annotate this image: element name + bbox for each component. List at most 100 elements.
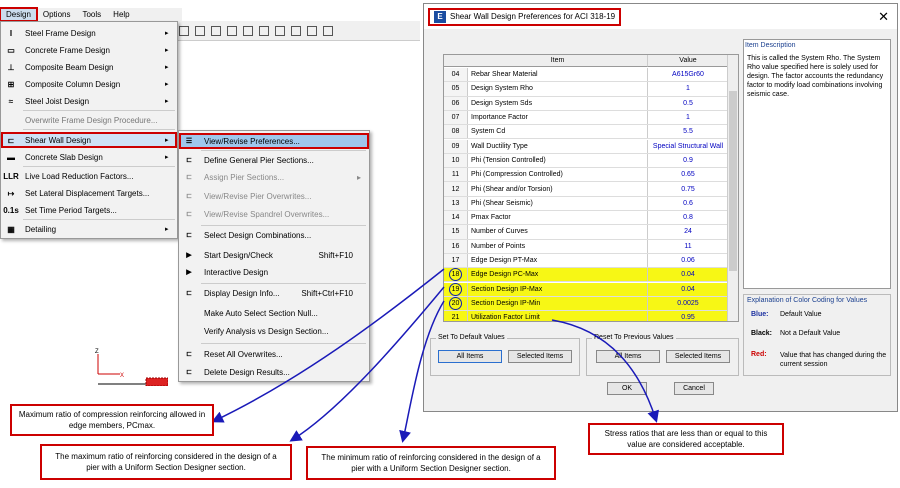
value-cell[interactable]: Special Structural Wall [648,140,728,153]
submenu-item[interactable]: ⊏ Reset All Overwrites... [179,346,369,362]
table-row[interactable]: 16 Number of Points 11 [444,239,728,254]
default-selected-items-button[interactable]: Selected Items [508,350,572,363]
value-cell[interactable]: A615Gr60 [648,68,728,81]
design-menu-item[interactable]: ⊏ Shear Wall Design ▸ [1,132,177,148]
design-menu-item[interactable]: ⊞ Composite Column Design ▸ [1,76,177,92]
item-cell: Phi (Shear Seismic) [468,196,648,210]
toolbar-button[interactable] [275,25,285,36]
design-menu-item[interactable]: ▦ Detailing ▸ [1,221,177,237]
value-cell[interactable]: 0.06 [648,254,728,267]
design-menu-item[interactable]: ≈ Steel Joist Design ▸ [1,93,177,109]
value-cell[interactable]: 5.5 [648,125,728,138]
submenu-item[interactable]: ⊏ View/Revise Pier Overwrites... [179,188,369,204]
close-icon[interactable]: ✕ [878,9,889,25]
menu-tools[interactable]: Tools [76,8,107,21]
table-row[interactable]: 12 Phi (Shear and/or Torsion) 0.75 [444,182,728,197]
value-cell[interactable]: 0.95 [648,311,728,321]
submenu-item[interactable]: ⊏ Define General Pier Sections... [179,152,369,168]
table-row[interactable]: 18 Edge Design PC-Max 0.04 [444,268,728,283]
toolbar-button[interactable] [179,25,189,36]
submenu-item[interactable]: ☰ View/Revise Preferences... [179,133,369,149]
submenu-item[interactable]: Make Auto Select Section Null... [179,305,369,321]
design-menu-item[interactable]: Overwrite Frame Design Procedure... [1,112,177,128]
submenu-item[interactable]: ▶ Start Design/Check Shift+F10 [179,247,369,263]
ok-button[interactable]: OK [607,382,647,395]
scrollbar-thumb[interactable] [729,91,737,271]
submenu-item[interactable]: ▶ Interactive Design [179,264,369,280]
menu-help[interactable]: Help [107,8,135,21]
table-row[interactable]: 10 Phi (Tension Controlled) 0.9 [444,153,728,169]
cancel-button[interactable]: Cancel [674,382,714,395]
table-row[interactable]: 09 Wall Ductility Type Special Structural … [444,139,728,154]
table-row[interactable]: 17 Edge Design PT-Max 0.06 [444,253,728,269]
design-menu-item[interactable]: ⊥ Composite Beam Design ▸ [1,59,177,75]
submenu-item-icon: ▶ [186,269,192,276]
item-cell: Importance Factor [468,110,648,125]
table-row[interactable]: 04 Rebar Shear Material A615Gr60 [444,68,728,83]
toolbar-button[interactable] [291,25,301,36]
reset-selected-items-button[interactable]: Selected Items [666,350,730,363]
table-row[interactable]: 05 Design System Rho 1 [444,82,728,97]
value-cell[interactable]: 1 [648,82,728,95]
toolbar-button[interactable] [323,25,333,36]
item-description-header: Item Description [745,42,796,49]
table-row[interactable]: 19 Section Design IP-Max 0.04 [444,282,728,297]
toolbar-button[interactable] [243,25,253,36]
value-cell[interactable]: 0.75 [648,182,728,195]
submenu-item[interactable]: ⊏ Delete Design Results... [179,364,369,380]
design-menu-item[interactable]: ▬ Concrete Slab Design ▸ [1,149,177,165]
design-menu-item[interactable]: 0.1s Set Time Period Targets... [1,202,177,218]
design-menu: I Steel Frame Design ▸ ▭ Concrete Frame Desi… [0,21,178,239]
value-cell[interactable]: 0.65 [648,168,728,181]
item-description-text: This is called the System Rho. The Syste… [747,55,884,98]
toolbar-button[interactable] [307,25,317,36]
design-menu-item[interactable]: I Steel Frame Design ▸ [1,25,177,41]
item-cell: Utilization Factor Limit [468,311,648,321]
value-cell[interactable]: 24 [648,225,728,238]
reset-all-items-button[interactable]: All Items [596,350,660,363]
value-cell[interactable]: 0.8 [648,211,728,224]
menu-item-label: Steel Frame Design [25,28,96,38]
submenu-item[interactable]: ⊏ View/Revise Spandrel Overwrites... [179,206,369,222]
table-row[interactable]: 08 System Cd 5.5 [444,125,728,140]
table-row[interactable]: 06 Design System Sds 0.5 [444,96,728,111]
row-number: 11 [451,171,460,179]
row-header-cell: 10 [444,153,468,168]
menu-item-label: Detailing [25,224,57,234]
submenu-item[interactable]: Verify Analysis vs Design Section... [179,323,369,339]
value-cell[interactable]: 0.9 [648,154,728,167]
design-menu-item[interactable]: ▭ Concrete Frame Design ▸ [1,42,177,58]
menu-options[interactable]: Options [37,8,77,21]
table-row[interactable]: 20 Section Design IP-Min 0.0025 [444,296,728,312]
table-row[interactable]: 13 Phi (Shear Seismic) 0.6 [444,196,728,211]
grid-scrollbar[interactable] [727,55,738,321]
toolbar-button[interactable] [227,25,237,36]
design-menu-item[interactable]: LLR Live Load Reduction Factors... [1,168,177,184]
value-cell[interactable]: 0.04 [648,268,728,282]
toolbar-button[interactable] [211,25,221,36]
table-row[interactable]: 07 Importance Factor 1 [444,110,728,126]
toolbar-button[interactable] [259,25,269,36]
toolbar-button[interactable] [195,25,205,36]
value-cell[interactable]: 0.0025 [648,296,728,311]
submenu-arrow-icon: ▸ [165,226,169,233]
submenu-item[interactable]: ⊏ Assign Pier Sections... ▸ [179,169,369,185]
menu-design[interactable]: Design [0,7,38,22]
table-row[interactable]: 21 Utilization Factor Limit 0.95 [444,311,728,321]
value-cell[interactable]: 0.5 [648,97,728,110]
submenu-item[interactable]: ⊏ Display Design Info... Shift+Ctrl+F10 [179,285,369,301]
table-row[interactable]: 14 Pmax Factor 0.8 [444,211,728,226]
value-cell[interactable]: 11 [648,240,728,253]
row-number: 17 [451,257,460,265]
item-cell: Design System Rho [468,82,648,96]
table-row[interactable]: 11 Phi (Compression Controlled) 0.65 [444,168,728,183]
value-cell[interactable]: 1 [648,111,728,124]
design-menu-item[interactable]: ↦ Set Lateral Displacement Targets... [1,185,177,201]
column-header-value: Value [648,55,728,67]
row-number: 12 [451,185,460,193]
value-cell[interactable]: 0.04 [648,282,728,296]
table-row[interactable]: 15 Number of Curves 24 [444,225,728,240]
submenu-item[interactable]: ⊏ Select Design Combinations... [179,227,369,243]
value-cell[interactable]: 0.6 [648,197,728,210]
default-all-items-button[interactable]: All Items [438,350,502,363]
